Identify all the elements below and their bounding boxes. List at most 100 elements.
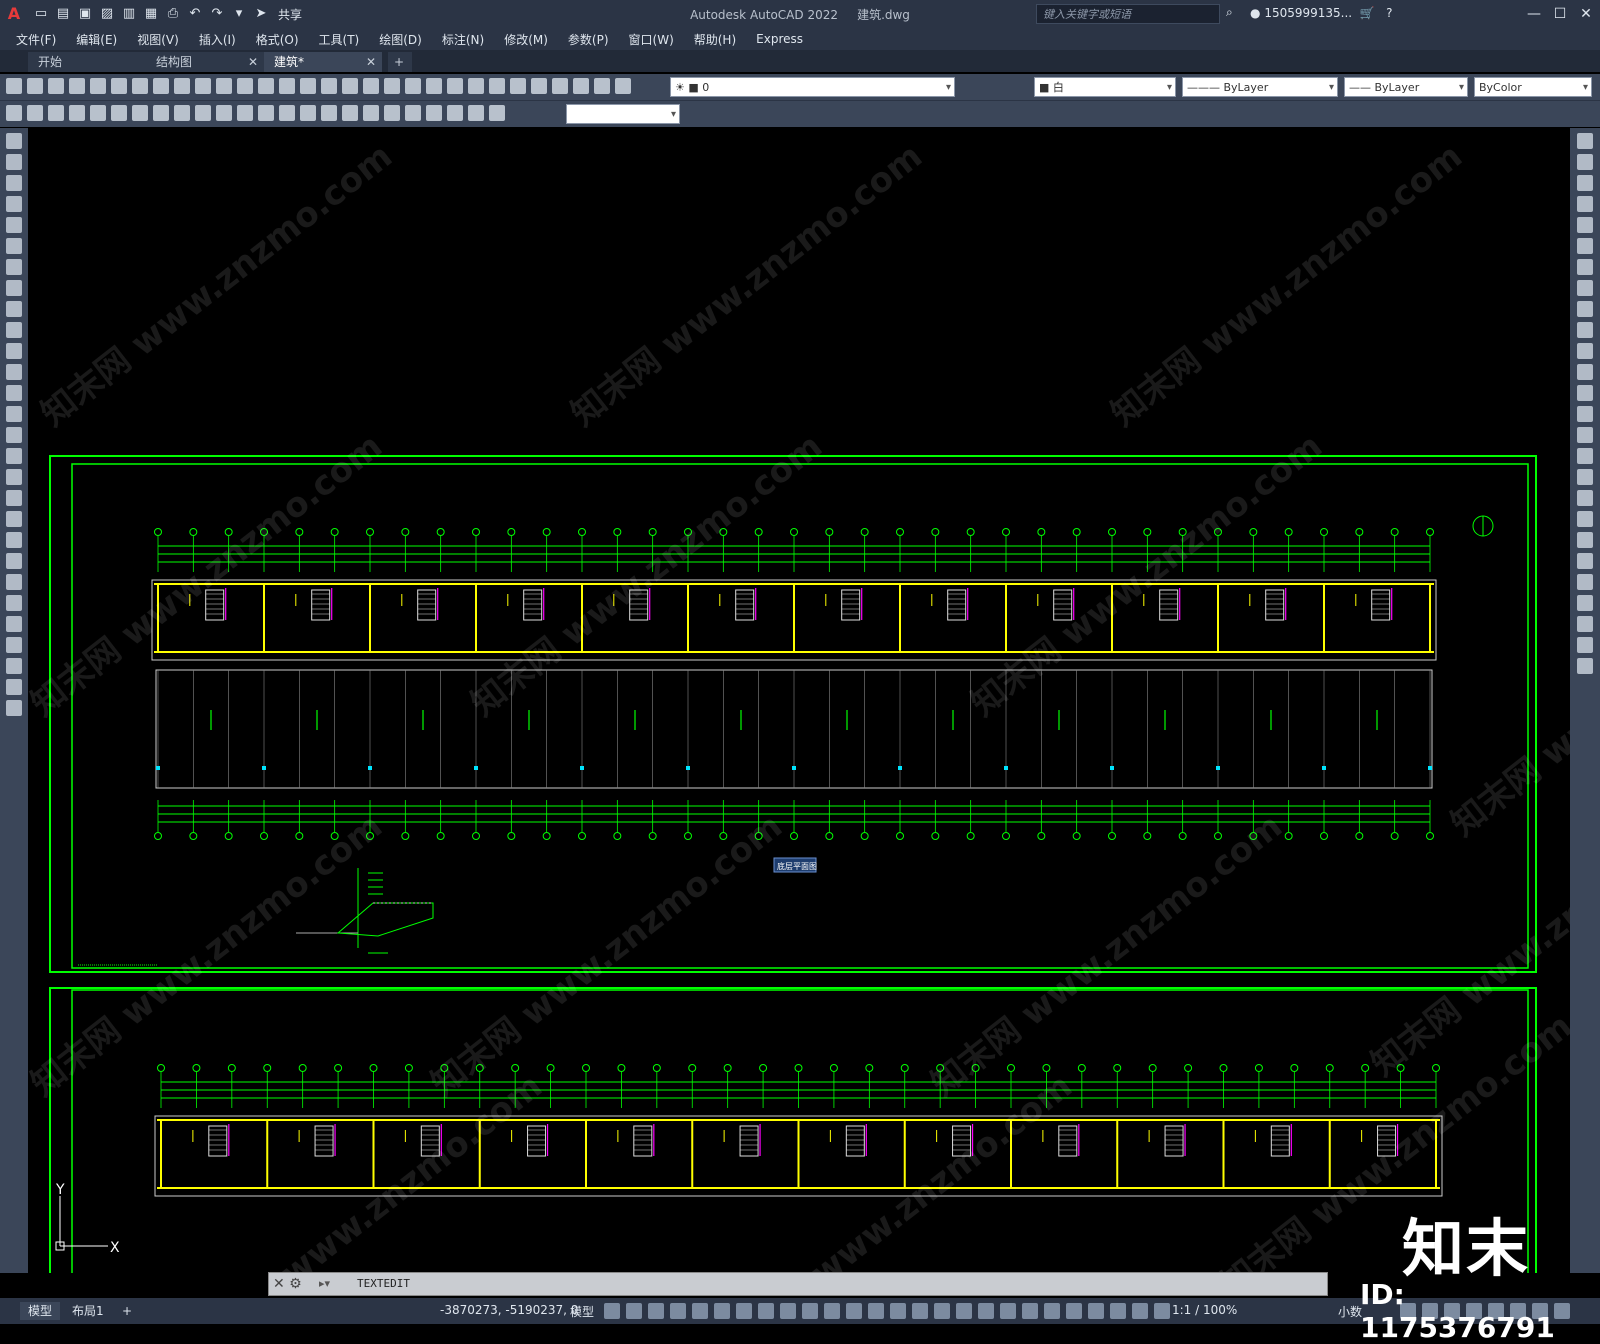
search-icon[interactable]: ⌕: [1226, 5, 1233, 20]
status-toggle-icon[interactable]: [626, 1303, 642, 1319]
share-button[interactable]: 共享: [278, 6, 302, 23]
modify-tool-icon[interactable]: [1577, 511, 1593, 527]
new-tab-button[interactable]: +: [388, 52, 412, 72]
save-web-icon[interactable]: ▦: [142, 5, 160, 23]
modify-tool-icon[interactable]: [1577, 595, 1593, 611]
modify-tool-icon[interactable]: [1577, 658, 1593, 674]
toolbar-tool-icon[interactable]: [552, 78, 568, 94]
toolbar-tool-icon[interactable]: [384, 105, 400, 121]
toolbar-tool-icon[interactable]: [363, 105, 379, 121]
toolbar-tool-icon[interactable]: [405, 78, 421, 94]
status-toggle-icon[interactable]: [736, 1303, 752, 1319]
draw-tool-icon[interactable]: [6, 364, 22, 380]
coordinates-readout[interactable]: -3870273, -5190237, 0: [440, 1303, 578, 1317]
command-prompt-icon[interactable]: ▸▾: [319, 1277, 330, 1290]
toolbar-tool-icon[interactable]: [90, 105, 106, 121]
draw-tool-icon[interactable]: [6, 343, 22, 359]
draw-tool-icon[interactable]: [6, 322, 22, 338]
toolbar-tool-icon[interactable]: [69, 105, 85, 121]
menu-item[interactable]: Express: [756, 32, 803, 46]
draw-tool-icon[interactable]: [6, 700, 22, 716]
new-file-icon[interactable]: ▭: [32, 5, 50, 23]
menu-item[interactable]: 视图(V): [137, 31, 179, 48]
modify-tool-icon[interactable]: [1577, 406, 1593, 422]
toolbar-tool-icon[interactable]: [510, 78, 526, 94]
minimize-button[interactable]: —: [1522, 4, 1546, 24]
menu-item[interactable]: 编辑(E): [76, 31, 117, 48]
toolbar-tool-icon[interactable]: [132, 105, 148, 121]
status-toggle-icon[interactable]: [1044, 1303, 1060, 1319]
status-toggle-icon[interactable]: [912, 1303, 928, 1319]
close-icon[interactable]: ✕ ⚙: [273, 1276, 302, 1292]
toolbar-tool-icon[interactable]: [153, 105, 169, 121]
toolbar-tool-icon[interactable]: [111, 105, 127, 121]
status-toggle-icon[interactable]: [846, 1303, 862, 1319]
modify-tool-icon[interactable]: [1577, 469, 1593, 485]
draw-tool-icon[interactable]: [6, 385, 22, 401]
dim-style-dropdown[interactable]: ▾: [566, 104, 680, 124]
toolbar-tool-icon[interactable]: [237, 105, 253, 121]
toolbar-tool-icon[interactable]: [447, 78, 463, 94]
tab-start[interactable]: 开始: [28, 52, 146, 72]
toolbar-tool-icon[interactable]: [468, 78, 484, 94]
units-dropdown[interactable]: 小数: [1338, 1303, 1362, 1320]
menu-item[interactable]: 工具(T): [319, 31, 360, 48]
modify-tool-icon[interactable]: [1577, 154, 1593, 170]
tab-layout1[interactable]: 布局1: [64, 1302, 112, 1320]
menu-item[interactable]: 帮助(H): [694, 31, 736, 48]
status-toggle-icon[interactable]: [868, 1303, 884, 1319]
draw-tool-icon[interactable]: [6, 658, 22, 674]
toolbar-tool-icon[interactable]: [531, 78, 547, 94]
modify-tool-icon[interactable]: [1577, 385, 1593, 401]
toolbar-tool-icon[interactable]: [153, 78, 169, 94]
toolbar-tool-icon[interactable]: [279, 105, 295, 121]
toolbar-tool-icon[interactable]: [363, 78, 379, 94]
modify-tool-icon[interactable]: [1577, 343, 1593, 359]
redo-icon[interactable]: ↷: [208, 5, 226, 23]
toolbar-tool-icon[interactable]: [321, 78, 337, 94]
draw-tool-icon[interactable]: [6, 238, 22, 254]
help-icon[interactable]: ?: [1379, 6, 1392, 20]
status-toggle-icon[interactable]: [1110, 1303, 1126, 1319]
toolbar-tool-icon[interactable]: [300, 105, 316, 121]
modify-tool-icon[interactable]: [1577, 238, 1593, 254]
lineweight-dropdown[interactable]: —— ByLayer ▾: [1344, 77, 1468, 97]
autocad-logo-icon[interactable]: A: [0, 0, 28, 28]
modify-tool-icon[interactable]: [1577, 217, 1593, 233]
status-toggle-icon[interactable]: [1132, 1303, 1148, 1319]
user-account[interactable]: ● 1505999135... 🛒 ?: [1250, 6, 1393, 20]
toolbar-tool-icon[interactable]: [174, 105, 190, 121]
toolbar-tool-icon[interactable]: [573, 78, 589, 94]
toolbar-tool-icon[interactable]: [615, 78, 631, 94]
draw-tool-icon[interactable]: [6, 469, 22, 485]
toolbar-tool-icon[interactable]: [48, 78, 64, 94]
modify-tool-icon[interactable]: [1577, 616, 1593, 632]
draw-tool-icon[interactable]: [6, 679, 22, 695]
close-tab-icon[interactable]: ✕: [248, 52, 258, 72]
share-icon[interactable]: ➤: [252, 5, 270, 23]
toolbar-tool-icon[interactable]: [468, 105, 484, 121]
modify-tool-icon[interactable]: [1577, 637, 1593, 653]
plotstyle-dropdown[interactable]: ByColor ▾: [1474, 77, 1592, 97]
modify-tool-icon[interactable]: [1577, 133, 1593, 149]
status-toggle-icon[interactable]: [1154, 1303, 1170, 1319]
customize-dropdown-icon[interactable]: ▾: [230, 5, 248, 23]
toolbar-tool-icon[interactable]: [216, 105, 232, 121]
tab-model[interactable]: 模型: [20, 1302, 61, 1320]
toolbar-tool-icon[interactable]: [342, 105, 358, 121]
modify-tool-icon[interactable]: [1577, 322, 1593, 338]
status-toggle-icon[interactable]: [692, 1303, 708, 1319]
draw-tool-icon[interactable]: [6, 532, 22, 548]
menu-item[interactable]: 格式(O): [256, 31, 299, 48]
modify-tool-icon[interactable]: [1577, 364, 1593, 380]
close-button[interactable]: ✕: [1574, 4, 1598, 24]
toolbar-tool-icon[interactable]: [384, 78, 400, 94]
layer-dropdown[interactable]: ☀ ■ 0 ▾: [670, 77, 955, 97]
open-file-icon[interactable]: ▤: [54, 5, 72, 23]
save-icon[interactable]: ▣: [76, 5, 94, 23]
draw-tool-icon[interactable]: [6, 301, 22, 317]
draw-tool-icon[interactable]: [6, 196, 22, 212]
modify-tool-icon[interactable]: [1577, 280, 1593, 296]
toolbar-tool-icon[interactable]: [111, 78, 127, 94]
draw-tool-icon[interactable]: [6, 406, 22, 422]
